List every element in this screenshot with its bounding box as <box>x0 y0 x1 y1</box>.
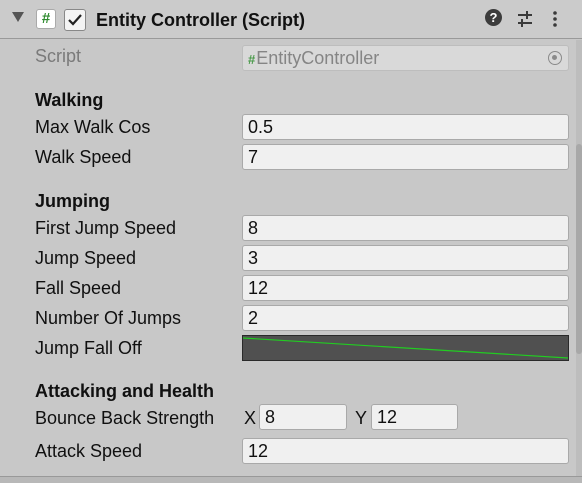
bounce-y-input[interactable]: 12 <box>371 404 458 430</box>
jump-speed-label: Jump Speed <box>35 248 137 268</box>
script-field[interactable]: #EntityController <box>242 45 569 71</box>
foldout-arrow-icon[interactable] <box>12 12 24 22</box>
fall-speed-input[interactable]: 12 <box>242 275 569 301</box>
component-header[interactable]: # Entity Controller (Script) ? <box>0 0 582 39</box>
bounce-back-strength-label: Bounce Back Strength <box>35 408 215 428</box>
script-hash-small-icon: # <box>248 52 256 67</box>
walking-header: Walking <box>35 90 104 110</box>
jump-fall-off-curve-field[interactable] <box>242 335 569 361</box>
max-walk-cos-label: Max Walk Cos <box>35 117 151 137</box>
curve-line <box>243 337 568 359</box>
curve-preview <box>243 337 568 359</box>
bounce-x-label: X <box>244 408 257 428</box>
enabled-checkbox[interactable] <box>64 9 86 31</box>
walk-speed-input[interactable]: 7 <box>242 144 569 170</box>
script-field-value: EntityController <box>256 48 380 68</box>
script-label: Script <box>35 46 82 66</box>
jump-speed-input[interactable]: 3 <box>242 245 569 271</box>
jump-fall-off-label: Jump Fall Off <box>35 338 142 358</box>
presets-icon[interactable] <box>515 9 535 29</box>
max-walk-cos-input[interactable]: 0.5 <box>242 114 569 140</box>
help-icon[interactable]: ? <box>485 9 505 29</box>
number-of-jumps-label: Number Of Jumps <box>35 308 182 328</box>
scrollbar-thumb[interactable] <box>576 144 582 354</box>
bounce-x-input[interactable]: 8 <box>259 404 347 430</box>
attack-speed-label: Attack Speed <box>35 441 143 461</box>
attacking-header: Attacking and Health <box>35 381 215 401</box>
component-title: Entity Controller (Script) <box>96 10 306 30</box>
script-hash-icon: # <box>36 9 56 29</box>
checkmark-icon <box>68 14 82 26</box>
walk-speed-label: Walk Speed <box>35 147 132 167</box>
number-of-jumps-input[interactable]: 2 <box>242 305 569 331</box>
jumping-header: Jumping <box>35 191 110 211</box>
context-menu-icon[interactable] <box>545 9 565 29</box>
attack-speed-input[interactable]: 12 <box>242 438 569 464</box>
first-jump-speed-label: First Jump Speed <box>35 218 177 238</box>
object-picker-icon[interactable] <box>548 51 562 65</box>
inspector-panel: # Entity Controller (Script) ? Script #E… <box>0 0 582 483</box>
bounce-y-label: Y <box>355 408 368 428</box>
first-jump-speed-input[interactable]: 8 <box>242 215 569 241</box>
fall-speed-label: Fall Speed <box>35 278 122 298</box>
